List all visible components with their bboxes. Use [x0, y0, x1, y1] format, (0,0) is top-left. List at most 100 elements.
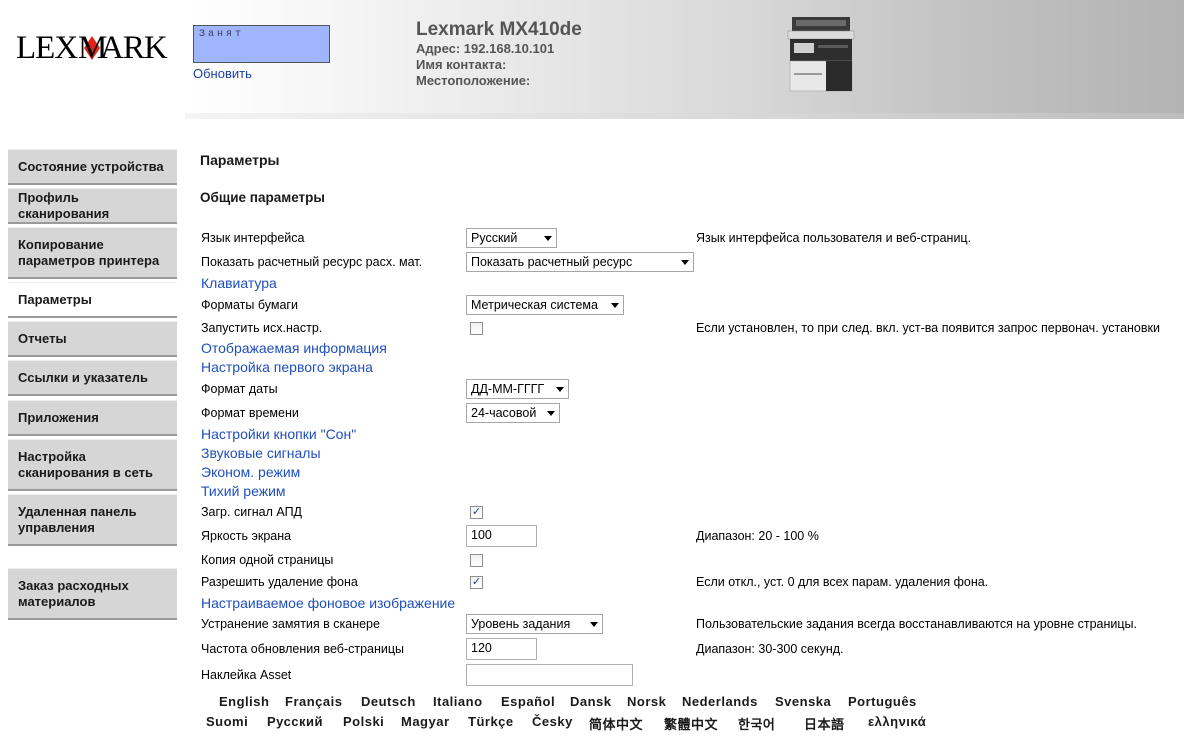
- lang-link-german[interactable]: Deutsch: [361, 694, 416, 709]
- bg-removal-checkbox[interactable]: ✓: [470, 576, 483, 589]
- lang-link-english[interactable]: English: [219, 694, 269, 709]
- sidebar-item-label: Отчеты: [18, 330, 67, 346]
- logo-graphic: LEX ARK M: [16, 30, 169, 66]
- language-label: Язык интерфейса: [201, 231, 305, 245]
- sidebar-item-device-status[interactable]: Состояние устройства: [8, 149, 177, 185]
- status-text: Занят: [199, 29, 245, 40]
- one-page-copy-label: Копия одной страницы: [201, 553, 334, 567]
- lang-link-chinese-simplified[interactable]: 简体中文: [589, 714, 643, 733]
- language-select[interactable]: Русский: [466, 228, 557, 248]
- language-desc: Язык интерфейса пользователя и веб-стран…: [696, 231, 972, 245]
- lang-link-chinese-traditional[interactable]: 繁體中文: [664, 714, 718, 733]
- supply-label: Показать расчетный ресурс расх. мат.: [201, 255, 423, 269]
- refresh-rate-label: Частота обновления веб-страницы: [201, 642, 405, 656]
- one-page-copy-checkbox[interactable]: [470, 554, 483, 567]
- printer-model-title: Lexmark MX410de: [416, 19, 582, 40]
- paper-formats-label: Форматы бумаги: [201, 298, 298, 312]
- brightness-desc: Диапазон: 20 - 100 %: [696, 529, 819, 543]
- sidebar-item-scan-profile[interactable]: Профиль сканирования: [8, 188, 177, 224]
- quiet-mode-link[interactable]: Тихий режим: [201, 483, 286, 499]
- sidebar-item-label: Профиль сканирования: [18, 189, 110, 221]
- lang-link-french[interactable]: Français: [285, 694, 342, 709]
- supply-select-value: Показать расчетный ресурс: [471, 255, 633, 269]
- scanner-jam-label: Устранение замятия в сканере: [201, 617, 380, 631]
- lang-link-polish[interactable]: Polski: [343, 714, 384, 729]
- date-format-select[interactable]: ДД-ММ-ГГГГ: [466, 379, 569, 399]
- paper-formats-select[interactable]: Метрическая система: [466, 295, 624, 315]
- sidebar-item-label: Параметры: [18, 291, 92, 307]
- sidebar-item-reports[interactable]: Отчеты: [8, 321, 177, 357]
- printer-location: Местоположение:: [416, 73, 531, 88]
- lexmark-logo: LEX ARK M: [16, 26, 169, 70]
- sidebar-item-label: Удаленная панель управления: [18, 503, 137, 535]
- refresh-rate-input[interactable]: 120: [466, 638, 537, 660]
- page-header: LEX ARK M Занят Обновить Lexmark MX410de…: [0, 0, 1184, 119]
- main-content: Параметры Общие параметры Язык интерфейс…: [185, 140, 1184, 742]
- lang-link-swedish[interactable]: Svenska: [775, 694, 831, 709]
- sidebar-nav: Состояние устройства Профиль сканировани…: [0, 140, 185, 742]
- section-title: Общие параметры: [200, 190, 325, 205]
- sidebar-item-label: Приложения: [18, 409, 99, 425]
- asset-tag-input[interactable]: [466, 664, 633, 686]
- sidebar-item-copy-printer-settings[interactable]: Копирование параметров принтера: [8, 227, 177, 279]
- header-divider: [185, 113, 1184, 119]
- lang-link-turkish[interactable]: Türkçe: [468, 714, 514, 729]
- lang-link-korean[interactable]: 한국어: [738, 714, 775, 733]
- home-screen-link[interactable]: Настройка первого экрана: [201, 359, 373, 375]
- refresh-link[interactable]: Обновить: [193, 66, 252, 81]
- sidebar-item-remote-panel[interactable]: Удаленная панель управления: [8, 494, 177, 546]
- time-format-label: Формат времени: [201, 406, 299, 420]
- chevron-down-icon: [556, 386, 564, 392]
- lang-link-czech[interactable]: Česky: [532, 714, 573, 729]
- sidebar-item-settings[interactable]: Параметры: [8, 282, 177, 318]
- lang-link-dutch[interactable]: Nederlands: [682, 694, 758, 709]
- sidebar-item-label: Копирование параметров принтера: [18, 236, 160, 268]
- run-setup-desc: Если установлен, то при след. вкл. уст-в…: [696, 321, 1160, 335]
- asset-tag-label: Наклейка Asset: [201, 668, 292, 682]
- lang-link-greek[interactable]: ελληνικά: [868, 714, 926, 729]
- sidebar-item-label: Настройка сканирования в сеть: [18, 448, 154, 480]
- printer-contact: Имя контакта:: [416, 57, 507, 72]
- supply-select[interactable]: Показать расчетный ресурс: [466, 252, 694, 272]
- printer-image: [787, 17, 855, 92]
- custom-bg-link[interactable]: Настраиваемое фоновое изображение: [201, 595, 455, 611]
- status-indicator: Занят: [193, 25, 330, 63]
- adf-signal-checkbox[interactable]: ✓: [470, 506, 483, 519]
- sleep-button-link[interactable]: Настройки кнопки "Сон": [201, 426, 356, 442]
- lang-link-portuguese[interactable]: Português: [848, 694, 917, 709]
- audio-link[interactable]: Звуковые сигналы: [201, 445, 321, 461]
- sidebar-item-links-index[interactable]: Ссылки и указатель: [8, 360, 177, 396]
- lang-link-russian[interactable]: Русский: [267, 714, 323, 729]
- scanner-jam-desc: Пользовательские задания всегда восстана…: [696, 617, 1138, 631]
- brightness-label: Яркость экрана: [201, 529, 292, 543]
- printer-address: Адрес: 192.168.10.101: [416, 41, 555, 56]
- refresh-rate-desc: Диапазон: 30-300 секунд.: [696, 642, 844, 656]
- sidebar-item-scan-to-network[interactable]: Настройка сканирования в сеть: [8, 439, 177, 491]
- displayed-info-link[interactable]: Отображаемая информация: [201, 340, 387, 356]
- lang-link-spanish[interactable]: Español: [501, 694, 555, 709]
- keyboard-link[interactable]: Клавиатура: [201, 275, 277, 291]
- lang-link-finnish[interactable]: Suomi: [206, 714, 248, 729]
- time-format-select-value: 24-часовой: [471, 406, 537, 420]
- sidebar-item-applications[interactable]: Приложения: [8, 400, 177, 436]
- sidebar-item-label: Ссылки и указатель: [18, 369, 149, 385]
- run-setup-checkbox[interactable]: [470, 322, 483, 335]
- brightness-input[interactable]: 100: [466, 525, 537, 547]
- date-format-label: Формат даты: [201, 382, 278, 396]
- lang-link-hungarian[interactable]: Magyar: [401, 714, 450, 729]
- lang-link-danish[interactable]: Dansk: [570, 694, 612, 709]
- date-format-select-value: ДД-ММ-ГГГГ: [471, 382, 545, 396]
- scanner-jam-select[interactable]: Уровень задания: [466, 614, 603, 634]
- scanner-jam-select-value: Уровень задания: [471, 617, 571, 631]
- lang-link-norwegian[interactable]: Norsk: [627, 694, 666, 709]
- chevron-down-icon: [611, 302, 619, 308]
- lang-link-italian[interactable]: Italiano: [433, 694, 483, 709]
- sidebar-item-order-supplies[interactable]: Заказ расходных материалов: [8, 568, 177, 620]
- language-select-value: Русский: [471, 231, 518, 245]
- chevron-down-icon: [544, 235, 552, 241]
- adf-signal-label: Загр. сигнал АПД: [201, 505, 303, 519]
- time-format-select[interactable]: 24-часовой: [466, 403, 560, 423]
- header-gradient-band: [185, 0, 1184, 113]
- lang-link-japanese[interactable]: 日本語: [804, 714, 845, 733]
- eco-mode-link[interactable]: Эконом. режим: [201, 464, 300, 480]
